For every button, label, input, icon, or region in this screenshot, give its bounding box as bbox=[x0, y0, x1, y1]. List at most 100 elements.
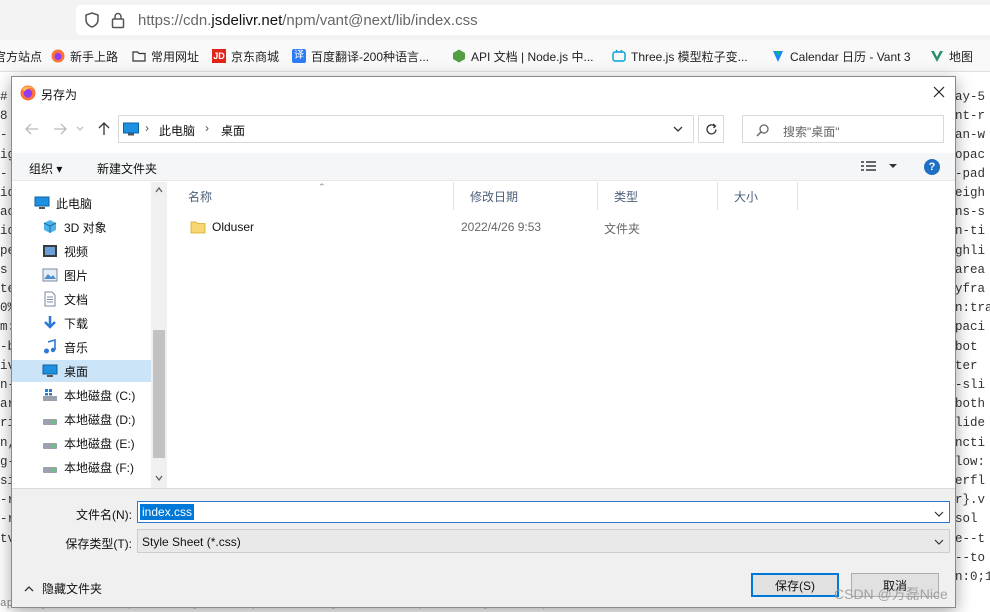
address-bar[interactable]: › 此电脑 › 桌面 bbox=[118, 115, 694, 143]
help-button[interactable]: ? bbox=[924, 159, 940, 175]
refresh-button[interactable] bbox=[698, 115, 724, 143]
file-type: 文件夹 bbox=[604, 222, 641, 236]
save-button[interactable]: 保存(S) bbox=[751, 573, 839, 597]
filename-input[interactable]: index.css bbox=[137, 501, 950, 523]
column-header-size[interactable]: 大小 bbox=[718, 182, 798, 210]
filetype-select[interactable]: Style Sheet (*.css) bbox=[137, 529, 950, 553]
tv-icon bbox=[612, 49, 626, 62]
hide-folders-toggle[interactable]: 隐藏文件夹 bbox=[24, 580, 102, 597]
dialog-title: 另存为 bbox=[41, 88, 78, 102]
sidebar-scrollbar[interactable] bbox=[151, 182, 167, 488]
sidebar-item[interactable]: 3D 对象 bbox=[12, 216, 151, 238]
chevron-up-icon bbox=[155, 187, 163, 193]
breadcrumb-separator[interactable]: › bbox=[205, 121, 209, 135]
code-line: ncti bbox=[955, 435, 986, 450]
bookmark-jd[interactable]: JD 京东商城 bbox=[212, 48, 279, 64]
sidebar-item[interactable]: 本地磁盘 (C:) bbox=[12, 384, 151, 406]
breadcrumb-this-pc[interactable]: 此电脑 bbox=[159, 122, 195, 139]
url-prefix: https://cdn. bbox=[138, 12, 212, 29]
dialog-titlebar[interactable]: 另存为 bbox=[12, 77, 955, 107]
new-folder-button[interactable]: 新建文件夹 bbox=[97, 160, 157, 177]
arrow-up-icon bbox=[98, 122, 110, 135]
forward-button[interactable] bbox=[50, 118, 70, 140]
url-text[interactable]: https://cdn.jsdelivr.net/npm/vant@next/l… bbox=[138, 12, 478, 29]
sidebar-item[interactable]: 此电脑 bbox=[12, 192, 151, 214]
column-header-type[interactable]: 类型 bbox=[598, 182, 718, 210]
url-bar[interactable]: https://cdn.jsdelivr.net/npm/vant@next/l… bbox=[76, 5, 990, 35]
sidebar-item[interactable]: 音乐 bbox=[12, 336, 151, 358]
recent-locations-button[interactable] bbox=[74, 118, 86, 140]
bookmark-label: 京东商城 bbox=[231, 49, 280, 64]
sidebar-item-label: 3D 对象 bbox=[64, 220, 107, 235]
firefox-icon bbox=[20, 85, 36, 101]
sidebar-item[interactable]: 本地磁盘 (E:) bbox=[12, 432, 151, 454]
sidebar-item[interactable]: 下载 bbox=[12, 312, 151, 334]
jd-icon: JD bbox=[212, 49, 226, 63]
document-icon bbox=[44, 291, 56, 307]
sidebar-item[interactable]: 图片 bbox=[12, 264, 151, 286]
chevron-up-icon bbox=[24, 585, 34, 591]
sidebar-item-label: 本地磁盘 (D:) bbox=[64, 412, 136, 427]
firefox-icon bbox=[51, 49, 65, 63]
sidebar-item[interactable]: 本地磁盘 (D:) bbox=[12, 408, 151, 430]
organize-button[interactable]: 组织 ▾ bbox=[29, 160, 62, 177]
help-icon: ? bbox=[928, 161, 936, 173]
bookmark-threejs[interactable]: Three.js 模型粒子变... bbox=[612, 48, 748, 64]
arrow-right-icon bbox=[54, 123, 67, 135]
sidebar-item[interactable]: 视频 bbox=[12, 240, 151, 262]
close-button[interactable] bbox=[923, 77, 955, 107]
column-header-name[interactable]: 名称 bbox=[172, 182, 454, 210]
chevron-down-icon bbox=[155, 475, 163, 481]
sidebar-item[interactable]: 文档 bbox=[12, 288, 151, 310]
chevron-down-icon[interactable] bbox=[933, 508, 945, 520]
code-line: ns-s bbox=[955, 205, 986, 220]
bookmark-baidu-translate[interactable]: 译 百度翻译-200种语言... bbox=[292, 48, 429, 64]
code-line: r}.v bbox=[955, 493, 986, 508]
code-line: -sli bbox=[955, 378, 986, 393]
filetype-value: Style Sheet (*.css) bbox=[142, 535, 241, 549]
bookmark-official-site[interactable]: 官方站点 bbox=[0, 48, 42, 64]
code-line: --to bbox=[955, 550, 986, 565]
video-icon bbox=[43, 245, 57, 257]
picture-icon bbox=[42, 268, 58, 282]
chevron-down-icon[interactable] bbox=[671, 122, 685, 136]
drive-icon bbox=[43, 443, 57, 449]
code-line: n-ti bbox=[955, 224, 986, 239]
code-right-column: ay-5 nt-r an-w opac -pad eigh ns-s n-ti ghli area… bbox=[955, 88, 990, 587]
view-options-button[interactable] bbox=[860, 159, 898, 173]
back-button[interactable] bbox=[22, 118, 42, 140]
vant-icon bbox=[773, 51, 783, 62]
sidebar-item-label: 此电脑 bbox=[56, 196, 93, 211]
search-input[interactable]: 搜索"桌面" bbox=[742, 115, 944, 143]
bookmark-getting-started[interactable]: 新手上路 bbox=[51, 48, 118, 64]
bookmark-common-sites[interactable]: 常用网址 bbox=[132, 48, 199, 64]
breadcrumb-desktop[interactable]: 桌面 bbox=[221, 122, 245, 139]
code-line: both bbox=[955, 397, 986, 412]
lock-icon[interactable] bbox=[110, 11, 126, 29]
bookmark-map[interactable]: 地图 bbox=[930, 48, 973, 64]
scroll-up-button[interactable] bbox=[151, 182, 167, 198]
file-name: Olduser bbox=[212, 220, 255, 234]
file-list: ⌃ 名称 修改日期 类型 大小 Olduser 2022/4/26 9:53 文… bbox=[172, 182, 955, 488]
column-header-modified[interactable]: 修改日期 bbox=[454, 182, 598, 210]
scroll-down-button[interactable] bbox=[151, 470, 167, 486]
url-host: jsdelivr.net bbox=[211, 12, 283, 29]
file-row[interactable]: Olduser 2022/4/26 9:53 文件夹 bbox=[172, 216, 955, 238]
sidebar-item[interactable]: 本地磁盘 (F:) bbox=[12, 456, 151, 478]
folder-icon bbox=[190, 221, 206, 234]
drive-icon bbox=[43, 467, 57, 473]
bookmark-vant-calendar[interactable]: Calendar 日历 - Vant 3 bbox=[771, 48, 911, 64]
sidebar-item[interactable]: 桌面 bbox=[12, 360, 151, 382]
code-line: opac bbox=[955, 147, 986, 162]
bookmark-nodejs-api[interactable]: API 文档 | Node.js 中... bbox=[452, 48, 594, 64]
breadcrumb-separator[interactable]: › bbox=[145, 121, 149, 135]
up-button[interactable] bbox=[94, 118, 114, 140]
shield-icon[interactable] bbox=[84, 12, 100, 28]
code-line: sol bbox=[955, 512, 978, 527]
scroll-thumb[interactable] bbox=[153, 330, 165, 458]
folder-icon bbox=[132, 51, 146, 62]
browser-toolbar: https://cdn.jsdelivr.net/npm/vant@next/l… bbox=[0, 0, 990, 40]
code-line: yfra bbox=[955, 282, 986, 297]
windows-drive-icon bbox=[43, 389, 57, 401]
sidebar-item-label: 桌面 bbox=[64, 364, 89, 379]
